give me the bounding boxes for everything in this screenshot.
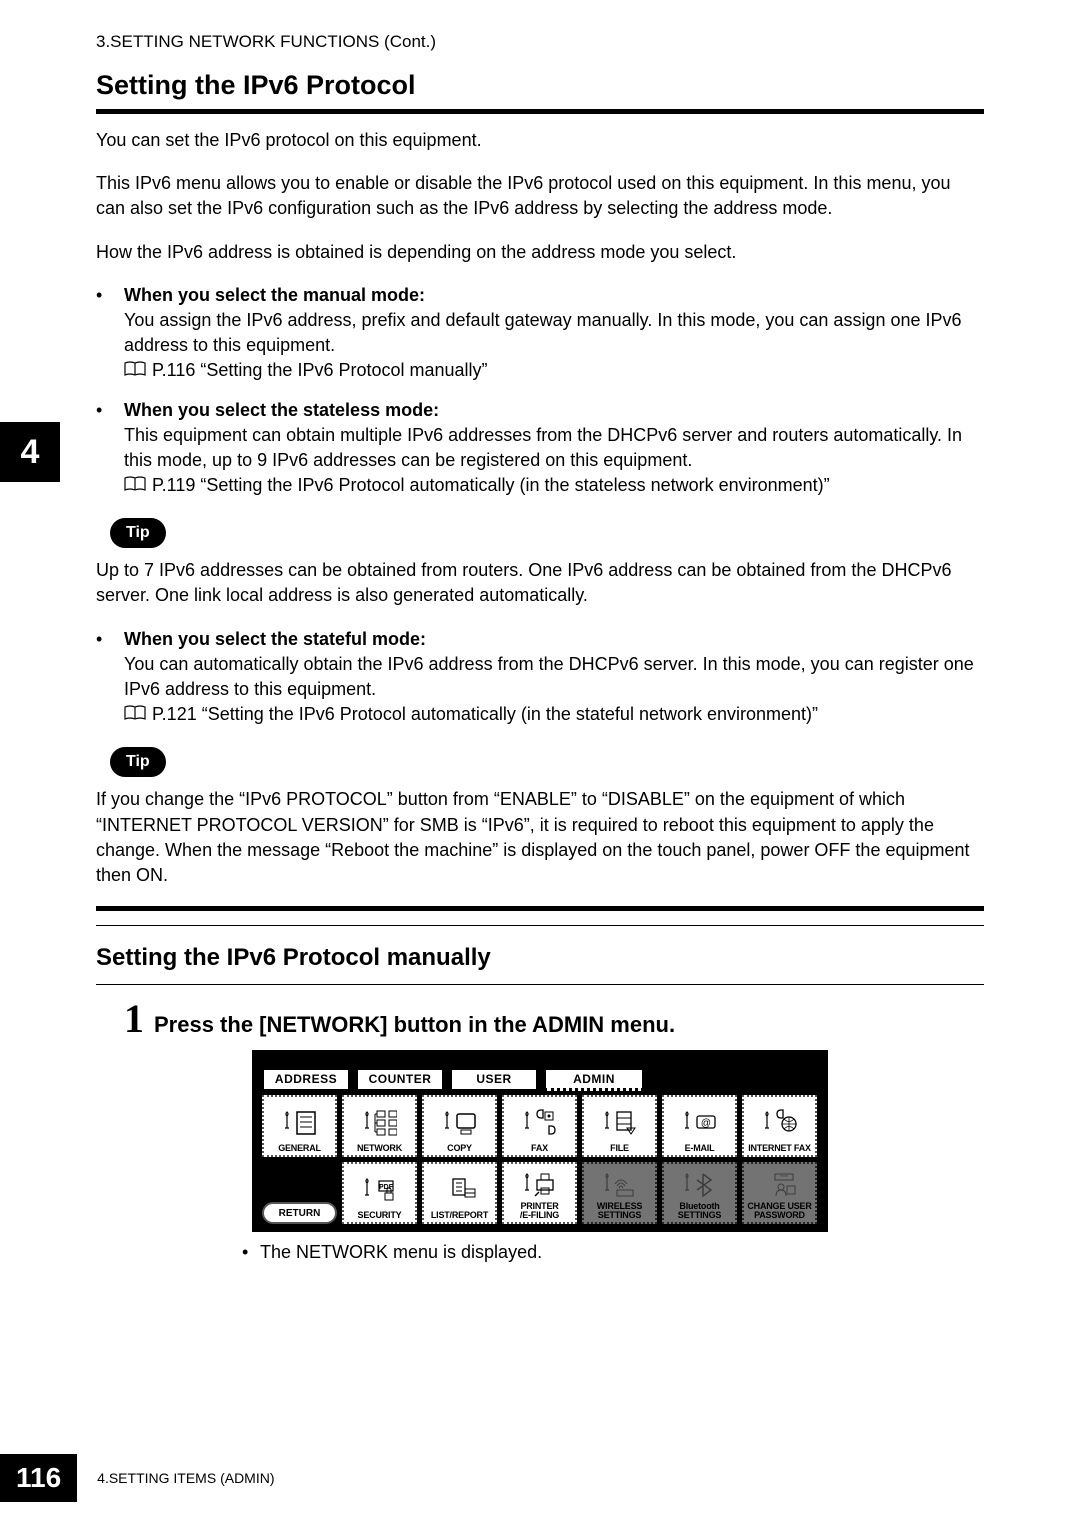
bullet-head: When you select the stateful mode: bbox=[124, 629, 426, 649]
side-chapter-tab: 4 bbox=[0, 422, 60, 482]
svg-text:@: @ bbox=[700, 1118, 710, 1129]
thin-rule bbox=[96, 984, 984, 985]
bullet-body: This equipment can obtain multiple IPv6 … bbox=[124, 425, 962, 470]
page-reference: P.116 “Setting the IPv6 Protocol manuall… bbox=[152, 358, 488, 383]
copy-icon bbox=[443, 1108, 477, 1138]
admin-touch-panel: ADDRESS COUNTER USER ADMIN GENERAL NETWO… bbox=[252, 1050, 828, 1232]
sub-bullet-text: The NETWORK menu is displayed. bbox=[260, 1242, 542, 1263]
list-icon bbox=[443, 1175, 477, 1205]
internetfax-icon bbox=[763, 1108, 797, 1138]
btn-label: NETWORK bbox=[357, 1144, 402, 1153]
bullet-head: When you select the stateless mode: bbox=[124, 400, 439, 420]
bullet-body: You can automatically obtain the IPv6 ad… bbox=[124, 654, 974, 699]
btn-label: INTERNET FAX bbox=[748, 1144, 811, 1153]
general-button[interactable]: GENERAL bbox=[262, 1095, 337, 1157]
svg-text:****: **** bbox=[780, 1175, 788, 1181]
btn-label: COPY bbox=[447, 1144, 472, 1153]
bullet-stateful-mode: • When you select the stateful mode: You… bbox=[96, 627, 984, 728]
file-icon bbox=[603, 1108, 637, 1138]
fax-icon bbox=[523, 1108, 557, 1138]
btn-label: CHANGE USER PASSWORD bbox=[747, 1202, 811, 1220]
footer-text: 4.SETTING ITEMS (ADMIN) bbox=[97, 1470, 274, 1486]
btn-label: E-MAIL bbox=[685, 1144, 715, 1153]
listreport-button[interactable]: LIST/REPORT bbox=[422, 1162, 497, 1224]
rule bbox=[96, 906, 984, 911]
tip-text: If you change the “IPv6 PROTOCOL” button… bbox=[96, 787, 984, 888]
copy-button[interactable]: COPY bbox=[422, 1095, 497, 1157]
book-icon bbox=[124, 476, 146, 492]
section-title-ipv6: Setting the IPv6 Protocol bbox=[96, 70, 984, 101]
email-button[interactable]: @ E-MAIL bbox=[662, 1095, 737, 1157]
btn-label: FAX bbox=[531, 1144, 548, 1153]
paragraph: This IPv6 menu allows you to enable or d… bbox=[96, 171, 984, 221]
general-icon bbox=[283, 1108, 317, 1138]
step-number: 1 bbox=[124, 995, 144, 1042]
tip-badge: Tip bbox=[110, 747, 166, 777]
bullet-stateless-mode: • When you select the stateless mode: Th… bbox=[96, 398, 984, 499]
bullet-dot: • bbox=[96, 283, 124, 384]
btn-label: PRINTER /E-FILING bbox=[520, 1202, 559, 1220]
tip-text: Up to 7 IPv6 addresses can be obtained f… bbox=[96, 558, 984, 608]
bluetooth-icon bbox=[683, 1170, 717, 1200]
rule bbox=[96, 109, 984, 114]
step-instruction: Press the [NETWORK] button in the ADMIN … bbox=[154, 1012, 675, 1038]
internetfax-button[interactable]: INTERNET FAX bbox=[742, 1095, 817, 1157]
return-button[interactable]: RETURN bbox=[262, 1202, 337, 1224]
changepw-button[interactable]: **** CHANGE USER PASSWORD bbox=[742, 1162, 817, 1224]
tab-user[interactable]: USER bbox=[450, 1068, 538, 1091]
file-button[interactable]: FILE bbox=[582, 1095, 657, 1157]
tab-counter[interactable]: COUNTER bbox=[356, 1068, 444, 1091]
bullet-head: When you select the manual mode: bbox=[124, 285, 425, 305]
tip-badge: Tip bbox=[110, 518, 166, 548]
book-icon bbox=[124, 705, 146, 721]
book-icon bbox=[124, 361, 146, 377]
btn-label: FILE bbox=[610, 1144, 629, 1153]
paragraph: How the IPv6 address is obtained is depe… bbox=[96, 240, 984, 265]
btn-label: LIST/REPORT bbox=[431, 1211, 488, 1220]
bullet-dot: • bbox=[96, 398, 124, 499]
user-icon: **** bbox=[763, 1170, 797, 1200]
svg-text:PDF: PDF bbox=[379, 1184, 394, 1191]
page-number: 116 bbox=[0, 1454, 77, 1502]
network-icon bbox=[363, 1108, 397, 1138]
bullet-body: You assign the IPv6 address, prefix and … bbox=[124, 310, 962, 355]
btn-label: WIRELESS SETTINGS bbox=[597, 1202, 642, 1220]
sub-bullet: • The NETWORK menu is displayed. bbox=[242, 1242, 984, 1263]
wireless-button[interactable]: WIRELESS SETTINGS bbox=[582, 1162, 657, 1224]
bluetooth-button[interactable]: Bluetooth SETTINGS bbox=[662, 1162, 737, 1224]
email-icon: @ bbox=[683, 1108, 717, 1138]
tab-admin[interactable]: ADMIN bbox=[544, 1068, 644, 1091]
tab-address[interactable]: ADDRESS bbox=[262, 1068, 350, 1091]
bullet-manual-mode: • When you select the manual mode: You a… bbox=[96, 283, 984, 384]
paragraph: You can set the IPv6 protocol on this eq… bbox=[96, 128, 984, 153]
btn-label: GENERAL bbox=[278, 1144, 321, 1153]
wireless-icon bbox=[603, 1170, 637, 1200]
printer-icon bbox=[523, 1170, 557, 1200]
security-icon: PDF bbox=[363, 1175, 397, 1205]
btn-label: Bluetooth SETTINGS bbox=[678, 1202, 721, 1220]
fax-button[interactable]: FAX bbox=[502, 1095, 577, 1157]
footer: 116 4.SETTING ITEMS (ADMIN) bbox=[0, 1454, 275, 1502]
thin-rule bbox=[96, 925, 984, 926]
bullet-dot: • bbox=[96, 627, 124, 728]
chapter-header: 3.SETTING NETWORK FUNCTIONS (Cont.) bbox=[0, 0, 1080, 52]
subsection-title: Setting the IPv6 Protocol manually bbox=[96, 944, 984, 972]
page-reference: P.119 “Setting the IPv6 Protocol automat… bbox=[152, 473, 830, 498]
step-1: 1 Press the [NETWORK] button in the ADMI… bbox=[124, 995, 984, 1042]
printer-button[interactable]: PRINTER /E-FILING bbox=[502, 1162, 577, 1224]
btn-label: SECURITY bbox=[358, 1211, 402, 1220]
network-button[interactable]: NETWORK bbox=[342, 1095, 417, 1157]
security-button[interactable]: PDF SECURITY bbox=[342, 1162, 417, 1224]
page-reference: P.121 “Setting the IPv6 Protocol automat… bbox=[152, 702, 818, 727]
